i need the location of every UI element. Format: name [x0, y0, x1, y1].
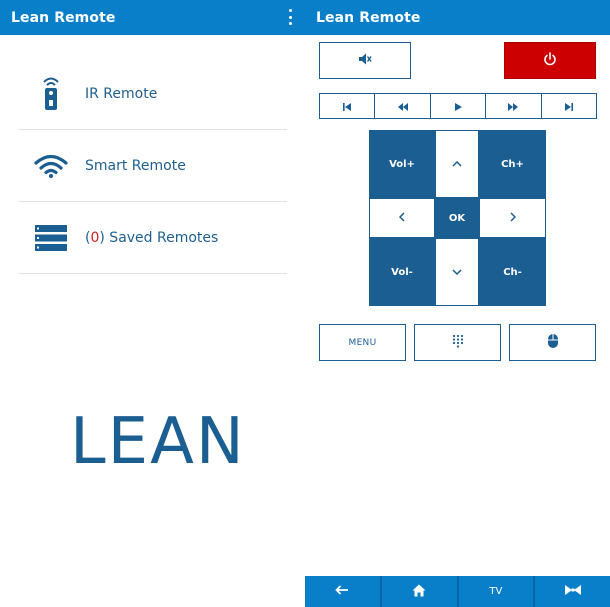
menu-item-saved-remotes[interactable]: (0) Saved Remotes [18, 202, 287, 274]
bowtie-icon [564, 584, 582, 599]
keypad-button[interactable] [414, 324, 501, 361]
ir-remote-icon [18, 76, 85, 112]
menu-label-smart-remote: Smart Remote [85, 157, 186, 174]
tv-button[interactable]: TV [459, 576, 536, 607]
left-app-title: Lean Remote [11, 9, 116, 26]
menu-label-saved-remotes: (0) Saved Remotes [85, 229, 219, 246]
mute-icon [358, 51, 372, 70]
cast-button[interactable] [535, 576, 610, 607]
fast-forward-button[interactable] [485, 93, 542, 119]
play-icon [453, 97, 463, 116]
down-button[interactable] [435, 238, 479, 306]
wifi-icon [18, 154, 85, 178]
channel-up-button[interactable]: Ch+ [479, 130, 546, 198]
channel-down-button[interactable]: Ch- [479, 238, 546, 306]
main-menu-screen: Lean Remote IR Remote Smart Remote (0) S… [0, 0, 305, 607]
chevron-left-icon [398, 211, 405, 225]
chevron-up-icon [452, 159, 462, 170]
chevron-down-icon [452, 267, 462, 278]
menu-button[interactable]: MENU [319, 324, 406, 361]
menu-label-ir-remote: IR Remote [85, 85, 158, 102]
direction-pad: Vol+ Ch+ OK Vol- Ch- [369, 130, 546, 306]
play-button[interactable] [429, 93, 487, 119]
rewind-icon [397, 97, 409, 116]
power-button[interactable] [504, 42, 596, 79]
remote-control-screen: Lean Remote Vol+ Ch+ OK Vol- Ch- MENU TV [305, 0, 610, 607]
bottom-nav-bar: TV [305, 576, 610, 607]
left-button[interactable] [369, 198, 435, 238]
skip-previous-icon [342, 97, 352, 116]
left-app-bar: Lean Remote [0, 0, 305, 35]
power-icon [543, 51, 557, 70]
lean-logo: LEAN [70, 405, 246, 479]
skip-next-icon [564, 97, 574, 116]
list-icon [18, 224, 85, 251]
rewind-button[interactable] [374, 93, 431, 119]
ok-button[interactable]: OK [435, 198, 479, 238]
dialpad-icon [452, 333, 464, 352]
right-app-title: Lean Remote [316, 9, 421, 26]
skip-next-button[interactable] [540, 93, 598, 119]
chevron-right-icon [509, 211, 516, 225]
mouse-icon [547, 333, 559, 353]
remote-type-menu: IR Remote Smart Remote (0) Saved Remotes [18, 58, 287, 274]
home-icon [412, 584, 426, 600]
up-button[interactable] [435, 130, 479, 198]
overflow-menu-icon[interactable] [285, 9, 295, 25]
fast-forward-icon [507, 97, 519, 116]
transport-controls [319, 93, 598, 119]
right-button[interactable] [479, 198, 546, 238]
mouse-button[interactable] [509, 324, 596, 361]
back-button[interactable] [305, 576, 382, 607]
skip-previous-button[interactable] [319, 93, 376, 119]
mute-button[interactable] [319, 42, 411, 79]
menu-item-ir-remote[interactable]: IR Remote [18, 58, 287, 130]
home-button[interactable] [382, 576, 459, 607]
menu-item-smart-remote[interactable]: Smart Remote [18, 130, 287, 202]
right-app-bar: Lean Remote [305, 0, 610, 35]
volume-up-button[interactable]: Vol+ [369, 130, 435, 198]
arrow-left-icon [335, 585, 349, 598]
volume-down-button[interactable]: Vol- [369, 238, 435, 306]
